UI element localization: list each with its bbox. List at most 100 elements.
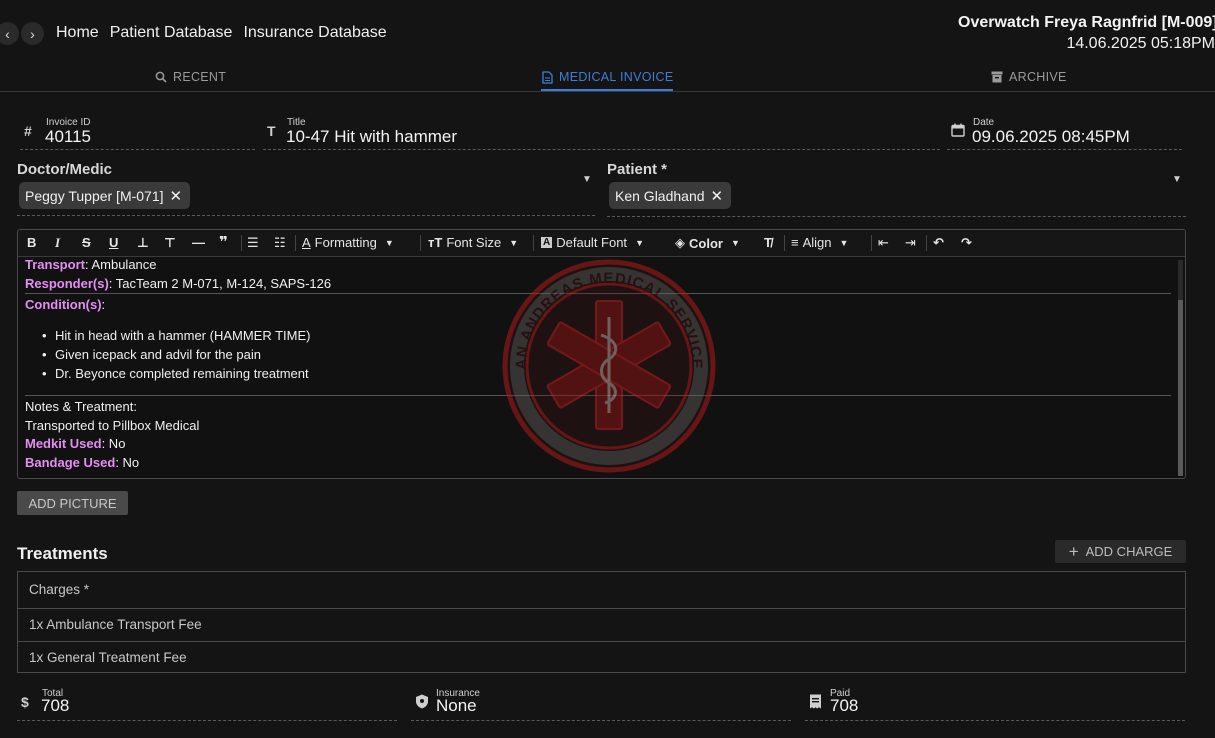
indent-icon[interactable]: ⇥ <box>905 235 916 251</box>
date-field[interactable]: Date 09.06.2025 08:45PM <box>947 115 1182 150</box>
conditions-colon: : <box>101 297 106 312</box>
align-icon: ≡ <box>791 235 799 250</box>
caret-down-icon: ▼ <box>839 237 849 248</box>
active-tab-indicator <box>541 89 673 91</box>
date-value: 09.06.2025 08:45PM <box>972 127 1130 146</box>
align-dropdown[interactable]: ≡ Align ▼ <box>791 235 848 250</box>
caret-down-icon: ▼ <box>384 237 394 248</box>
italic-icon[interactable]: I <box>55 235 60 251</box>
row-divider <box>18 608 1185 609</box>
nav-home[interactable]: Home <box>56 24 99 42</box>
quote-icon[interactable]: ❞ <box>219 233 228 251</box>
top-nav: Home Patient Database Insurance Database <box>56 24 387 42</box>
clear-format-icon[interactable]: T̸ <box>764 235 772 250</box>
paint-bucket-icon: ◈ <box>675 235 685 250</box>
bandage-value: : No <box>115 455 140 470</box>
font-icon: A <box>541 237 553 248</box>
nav-patient-database[interactable]: Patient Database <box>110 24 233 42</box>
formatting-dropdown[interactable]: A Formatting ▼ <box>302 235 394 250</box>
outdent-icon[interactable]: ⇤ <box>878 235 889 251</box>
insurance-value: None <box>436 696 477 715</box>
font-size-label: Font Size <box>446 235 502 250</box>
tab-bar: RECENT MEDICAL INVOICE ARCHIVE <box>0 62 1215 92</box>
caret-down-icon: ▼ <box>635 237 644 248</box>
font-family-dropdown[interactable]: A Default Font ▼ <box>541 235 644 250</box>
list-item: Dr. Beyonce completed remaining treatmen… <box>42 366 309 381</box>
scrollbar-thumb[interactable] <box>1178 300 1183 476</box>
tab-recent-label: RECENT <box>173 70 227 84</box>
underline-icon[interactable]: U <box>109 235 118 250</box>
caret-down-icon: ▼ <box>509 237 519 248</box>
add-picture-button[interactable]: ADD PICTURE <box>17 491 128 515</box>
forward-button[interactable]: › <box>21 22 44 45</box>
patient-chip-label: Ken Gladhand <box>615 187 705 204</box>
toolbar-divider <box>241 235 242 251</box>
tab-recent[interactable]: RECENT <box>155 70 226 84</box>
tab-archive[interactable]: ARCHIVE <box>991 70 1067 84</box>
current-datetime: 14.06.2025 05:18PM <box>1066 35 1215 52</box>
charges-header: Charges * <box>29 582 90 597</box>
nav-insurance-database[interactable]: Insurance Database <box>243 24 386 42</box>
medkit-value: : No <box>101 436 126 451</box>
formatting-label: Formatting <box>314 235 377 250</box>
transport-value: : Ambulance <box>84 257 157 272</box>
subscript-icon[interactable]: ⊥ <box>137 235 149 251</box>
receipt-icon <box>809 694 822 712</box>
invoice-id-field[interactable]: # Invoice ID 40115 <box>20 115 255 150</box>
color-dropdown[interactable]: ◈ Color ▼ <box>675 235 740 251</box>
shield-icon <box>415 694 429 712</box>
text-icon: T <box>267 123 276 139</box>
font-family-label: Default Font <box>556 235 628 250</box>
close-icon[interactable]: ✕ <box>711 187 724 205</box>
responders-line: Responder(s): TacTeam 2 M-071, M-124, SA… <box>25 276 331 291</box>
strikethrough-icon[interactable]: S <box>82 235 91 250</box>
tab-archive-label: ARCHIVE <box>1009 70 1067 84</box>
row-divider <box>18 641 1185 642</box>
editor-scrollbar[interactable] <box>1178 260 1183 476</box>
toolbar-divider <box>533 235 534 251</box>
responders-label: Responder(s) <box>25 276 109 291</box>
align-label: Align <box>802 235 832 250</box>
insurance-field[interactable]: Insurance None <box>411 686 791 721</box>
search-icon <box>155 71 167 83</box>
back-button[interactable]: ‹ <box>0 22 19 45</box>
invoice-id-value: 40115 <box>45 127 92 146</box>
patient-select[interactable] <box>607 216 1186 217</box>
doctor-chip-label: Peggy Tupper [M-071] <box>25 187 164 204</box>
paid-field[interactable]: Paid 708 <box>805 686 1185 721</box>
close-icon[interactable]: ✕ <box>170 187 183 205</box>
doctor-label: Doctor/Medic <box>17 161 113 178</box>
table-row[interactable]: 1x General Treatment Fee <box>18 650 1185 665</box>
undo-icon[interactable]: ↶ <box>933 235 944 251</box>
doctor-dropdown-icon[interactable]: ▼ <box>582 174 592 185</box>
plus-icon: + <box>1068 542 1079 561</box>
patient-chip: Ken Gladhand ✕ <box>609 182 732 209</box>
bold-icon[interactable]: B <box>27 235 36 250</box>
bullet-list-icon[interactable]: ☰ <box>247 235 259 251</box>
horizontal-rule-icon[interactable]: — <box>192 235 205 250</box>
medkit-label: Medkit Used <box>25 436 102 451</box>
toolbar-divider <box>420 235 421 251</box>
list-item: Given icepack and advil for the pain <box>42 347 261 362</box>
superscript-icon[interactable]: ⊤ <box>164 235 176 251</box>
treatments-title: Treatments <box>17 544 108 563</box>
title-field[interactable]: T Title 10-47 Hit with hammer <box>263 115 940 150</box>
toolbar-divider <box>784 235 785 251</box>
responders-value: : TacTeam 2 M-071, M-124, SAPS-126 <box>108 276 332 291</box>
numbered-list-icon[interactable]: ☷ <box>274 235 286 251</box>
doctor-select[interactable] <box>17 215 595 216</box>
total-field[interactable]: $ Total 708 <box>17 686 397 721</box>
patient-dropdown-icon[interactable]: ▼ <box>1172 174 1182 185</box>
notes-text: Transported to Pillbox Medical <box>25 418 200 433</box>
toolbar-divider <box>295 235 296 251</box>
document-icon <box>542 70 553 84</box>
add-charge-button[interactable]: + ADD CHARGE <box>1055 540 1186 563</box>
paid-value: 708 <box>830 696 859 715</box>
charges-table: Charges * 1x Ambulance Transport Fee 1x … <box>17 571 1186 673</box>
table-row[interactable]: 1x Ambulance Transport Fee <box>18 617 1185 632</box>
font-size-dropdown[interactable]: ᴛT Font Size ▼ <box>428 235 518 250</box>
transport-line: Transport: Ambulance <box>25 257 157 272</box>
tab-medical-invoice[interactable]: MEDICAL INVOICE <box>542 70 673 84</box>
redo-icon[interactable]: ↷ <box>961 235 972 251</box>
notes-heading: Notes & Treatment: <box>25 399 137 414</box>
